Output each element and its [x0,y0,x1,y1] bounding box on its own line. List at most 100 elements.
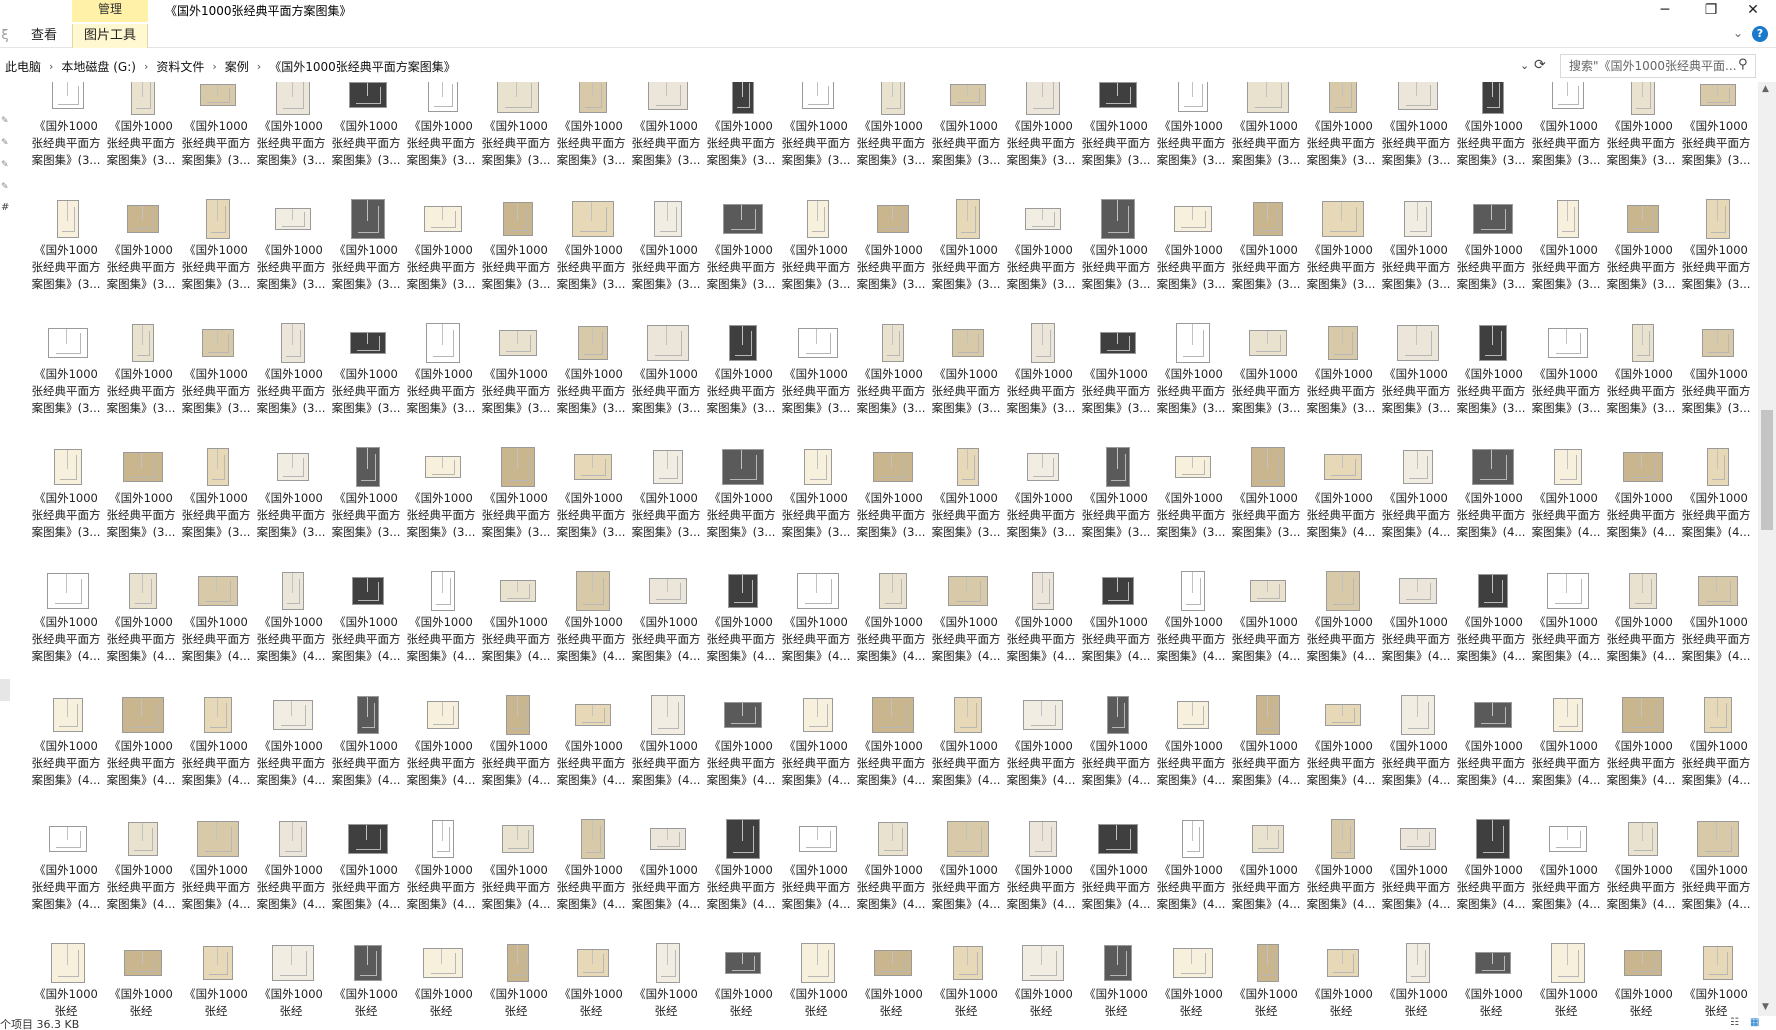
thumbnail-image[interactable] [1546,694,1590,736]
close-button[interactable]: ✕ [1730,0,1776,22]
thumbnail-image[interactable] [1396,942,1440,984]
thumbnail-image[interactable] [121,694,165,736]
thumbnail-image[interactable] [1321,198,1365,240]
thumbnail-image[interactable] [1096,82,1140,116]
thumbnail-image[interactable] [421,942,465,984]
thumbnail-image[interactable] [46,82,90,116]
file-tile[interactable]: 《国外1000张经典平面方案图集》(3... [405,322,477,446]
thumbnail-image[interactable] [946,446,990,488]
thumbnail-image[interactable] [946,570,990,612]
file-tile[interactable]: 《国外1000张经典平面方案图集》(3... [1530,322,1602,446]
file-tile[interactable]: 《国外1000张经典平面方案图集》(3... [30,322,102,446]
file-tile[interactable]: 《国外1000张经典平面方案图集》(3... [1155,446,1227,570]
file-tile[interactable]: 《国外1000张经典平面方案图集》(3... [1080,322,1152,446]
thumbnail-image[interactable] [1021,446,1065,488]
file-tile[interactable]: 《国外1000张经典平面方案图集》(4... [855,818,927,942]
thumbnail-image[interactable] [121,942,165,984]
thumbnail-image[interactable] [1471,322,1515,364]
thumbnail-image[interactable] [496,322,540,364]
file-tile[interactable]: 《国外1000张经典平面方案图集》(4... [405,570,477,694]
expand-ribbon-icon[interactable]: ⌄ [1733,26,1743,40]
breadcrumb-chevron-icon[interactable]: › [45,60,57,73]
file-tile[interactable]: 《国外1000张经典平面方案图集》(4... [1305,818,1377,942]
file-tile[interactable]: 《国外1000张经典平面方案图集》(3... [1755,198,1756,322]
file-tile[interactable]: 《国外1000张经典平面方案图集》(4... [30,694,102,818]
thumbnail-image[interactable] [1621,570,1665,612]
file-tile[interactable]: 《国外1000张经典平面方案图集》(4... [1680,694,1752,818]
file-tile[interactable]: 《国外1000张经典平面方案图集》(3... [705,322,777,446]
file-tile[interactable]: 《国外1000张经典平面方案图集》(3... [855,198,927,322]
file-tile[interactable]: 《国外1000张经典平面方案图集》(3... [855,82,927,198]
thumbnail-image[interactable] [646,82,690,116]
file-tile[interactable]: 《国外1000张经典平面方案图集》(4... [930,570,1002,694]
file-tile[interactable]: 《国外1000张经典平面方案图集》(3... [255,198,327,322]
file-tile[interactable]: 《国外1000张经典平面方案图集》(4... [1755,694,1756,818]
file-tile[interactable]: 《国外1000张经典平面方案图集》(4... [555,570,627,694]
file-tile[interactable]: 《国外1000张经典平面方案图集》(4... [1605,694,1677,818]
file-tile[interactable]: 《国外1000张经典平面方案图集》(4... [1305,446,1377,570]
thumbnail-image[interactable] [271,198,315,240]
thumbnail-image[interactable] [271,694,315,736]
file-tile[interactable]: 《国外1000张经典平面方案图集》(4... [705,694,777,818]
thumbnail-image[interactable] [1021,694,1065,736]
file-tile[interactable]: 《国外1000张经典平面方案图集》(4... [1005,570,1077,694]
file-tile[interactable]: 《国外1000张经典平面方案图集》(3... [630,198,702,322]
thumbnail-image[interactable] [1546,322,1590,364]
thumbnail-image[interactable] [1546,818,1590,860]
file-tile[interactable]: 《国外1000张经典平面方案图集》(3... [1305,82,1377,198]
breadcrumb-this-pc[interactable]: 此电脑 [1,58,45,75]
search-input[interactable]: 搜索"《国外1000张经典平面... [1560,54,1756,78]
file-tile[interactable]: 《国外1000张经 [930,942,1002,1016]
file-tile[interactable]: 《国外1000张经典平面方案图集》(4... [1305,694,1377,818]
thumbnail-image[interactable] [1321,570,1365,612]
file-tile[interactable]: 《国外1000张经典平面方案图集》(3... [1005,322,1077,446]
thumbnail-image[interactable] [346,322,390,364]
thumbnail-image[interactable] [871,446,915,488]
address-bar[interactable]: 此电脑 › 本地磁盘 (G:) › 资料文件 › 案例 › 《国外1000张经典… [0,54,1550,78]
file-tile[interactable]: 《国外1000张经 [1680,942,1752,1016]
thumbnail-image[interactable] [196,322,240,364]
thumbnail-image[interactable] [1246,570,1290,612]
file-tile[interactable]: 《国外1000张经典平面方案图集》(4... [480,818,552,942]
thumbnail-image[interactable] [1696,942,1740,984]
thumbnail-image[interactable] [46,570,90,612]
thumbnail-image[interactable] [496,198,540,240]
thumbnail-image[interactable] [1621,818,1665,860]
file-tile[interactable]: 《国外1000张经 [1455,942,1527,1016]
file-tile[interactable]: 《国外1000张经典平面方案图集》(4... [1080,570,1152,694]
file-tile[interactable]: 《国外1000张经典平面方案图集》(4... [1755,818,1756,942]
thumbnail-image[interactable] [1546,446,1590,488]
thumbnail-image[interactable] [496,82,540,116]
thumbnail-image[interactable] [1171,322,1215,364]
thumbnail-image[interactable] [496,942,540,984]
thumbnail-image[interactable] [946,82,990,116]
file-tile[interactable]: 《国外1000张经 [105,942,177,1016]
breadcrumb-resources[interactable]: 资料文件 [152,58,208,75]
thumbnail-image[interactable] [1096,570,1140,612]
thumbnail-image[interactable] [1396,198,1440,240]
search-icon[interactable]: ⚲ [1738,57,1748,72]
file-tile[interactable]: 《国外1000张经典平面方案图集》(3... [255,446,327,570]
file-tile[interactable]: 《国外1000张经 [1530,942,1602,1016]
file-tile[interactable]: 《国外1000张经典平面方案图集》(3... [255,322,327,446]
thumbnail-image[interactable] [346,570,390,612]
file-tile[interactable]: 《国外1000张经典平面方案图集》(3... [330,322,402,446]
thumbnail-image[interactable] [196,570,240,612]
file-tile[interactable]: 《国外1000张经典平面方案图集》(4... [930,694,1002,818]
file-tile[interactable]: 《国外1000张经典平面方案图集》(4... [1455,446,1527,570]
thumbnail-image[interactable] [1321,82,1365,116]
thumbnail-image[interactable] [571,570,615,612]
thumbnail-image[interactable] [1546,570,1590,612]
thumbnail-image[interactable] [1696,198,1740,240]
file-tile[interactable]: 《国外1000张经典平面方案图集》(3... [780,446,852,570]
thumbnail-image[interactable] [196,818,240,860]
thumbnail-image[interactable] [271,446,315,488]
thumbnail-image[interactable] [421,570,465,612]
thumbnail-image[interactable] [1096,694,1140,736]
thumbnail-image[interactable] [1321,322,1365,364]
thumbnail-image[interactable] [46,322,90,364]
file-tile[interactable]: 《国外1000张经典平面方案图集》(3... [780,82,852,198]
file-tile[interactable]: 《国外1000张经典平面方案图集》(4... [1005,818,1077,942]
file-tile[interactable]: 《国外1000张经典平面方案图集》(4... [30,570,102,694]
file-tile[interactable]: 《国外1000张经典平面方案图集》(3... [705,82,777,198]
